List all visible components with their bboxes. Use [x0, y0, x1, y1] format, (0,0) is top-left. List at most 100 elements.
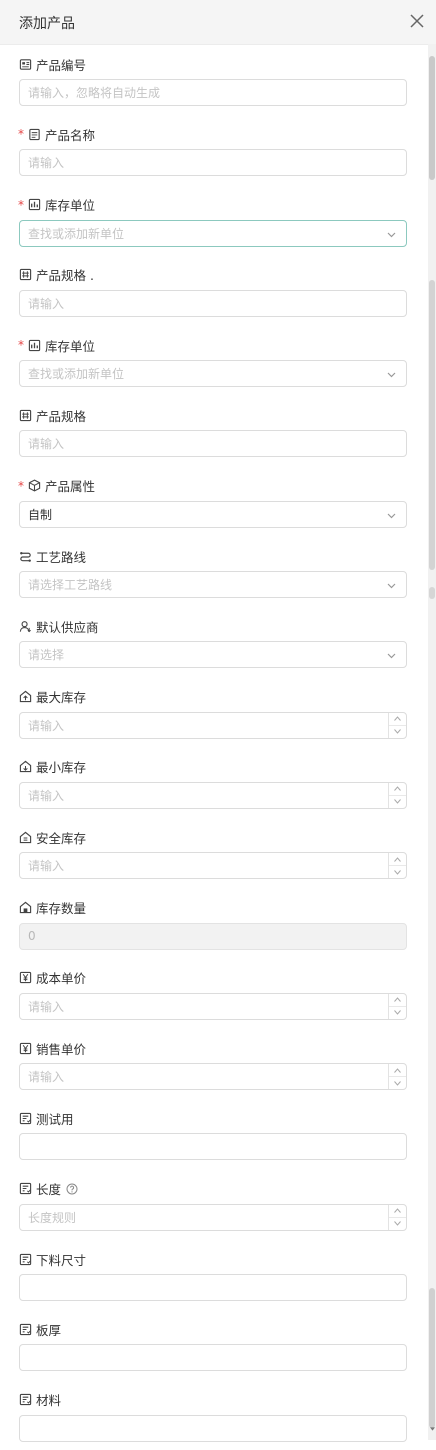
cube-icon: [28, 479, 41, 492]
field-label-text: 最大库存: [36, 690, 87, 706]
field-value: 自制: [28, 507, 53, 522]
select-dropdown[interactable]: 自制: [19, 500, 407, 528]
warehouse-down-icon: [19, 760, 32, 773]
number-stepper[interactable]: [388, 853, 406, 879]
text-input[interactable]: [19, 1274, 407, 1302]
select-dropdown[interactable]: 请选择: [19, 641, 407, 669]
decrement-icon[interactable]: [389, 1216, 406, 1230]
product-form: 产品编号 请输入，忽略将自动生成 * 产品名称 请输入 * 库存单位 查找或添加新单位 产品规格…: [18, 44, 407, 1450]
route-icon: [19, 550, 32, 563]
field-label: 长度: [19, 1180, 78, 1198]
text-input[interactable]: 请输入: [19, 430, 407, 458]
field-label-text: 产品名称: [45, 127, 96, 143]
scrollbar-thumb[interactable]: [429, 280, 435, 570]
user-icon: [19, 620, 32, 633]
field-label-text: 产品编号: [36, 57, 87, 73]
text-input[interactable]: 请输入: [19, 289, 407, 317]
decrement-icon[interactable]: [389, 724, 406, 738]
field-label: 板厚: [19, 1320, 61, 1338]
field-label-text: 产品属性: [45, 479, 96, 495]
chevron-down-icon[interactable]: [386, 650, 397, 661]
field-label-text: 产品规格 .: [36, 268, 94, 284]
field-label-text: 产品规格: [36, 408, 87, 424]
decrement-icon[interactable]: [389, 1005, 406, 1019]
field-label-text: 销售单价: [36, 1041, 87, 1057]
form-icon: [19, 1323, 32, 1336]
select-dropdown[interactable]: 查找或添加新单位: [19, 360, 407, 388]
select-dropdown[interactable]: 查找或添加新单位: [19, 219, 407, 247]
increment-icon[interactable]: [389, 853, 406, 865]
scrollbar-thumb[interactable]: [429, 56, 435, 180]
field-placeholder: 请选择: [28, 648, 65, 663]
grid-icon: [19, 268, 32, 281]
form-icon: [19, 1253, 32, 1266]
number-input[interactable]: 请输入: [19, 1063, 407, 1091]
increment-icon[interactable]: [389, 1064, 406, 1076]
warehouse-shield-icon: [19, 831, 32, 844]
field-label: 最小库存: [19, 758, 86, 776]
number-stepper[interactable]: [388, 1064, 406, 1090]
number-input[interactable]: 请输入: [19, 711, 407, 739]
chevron-down-icon[interactable]: [386, 369, 397, 380]
form-field: 板厚: [19, 1309, 407, 1379]
field-label: 最大库存: [19, 688, 86, 706]
decrement-icon[interactable]: [389, 865, 406, 878]
number-stepper[interactable]: [388, 993, 406, 1019]
text-input[interactable]: [19, 1344, 407, 1372]
number-stepper[interactable]: [388, 782, 406, 808]
yen-icon: [19, 971, 32, 984]
number-stepper[interactable]: [388, 712, 406, 738]
chevron-down-icon[interactable]: [386, 510, 397, 521]
form-field: * 库存单位 查找或添加新单位: [18, 185, 407, 255]
field-placeholder: 请输入: [28, 788, 65, 803]
field-label-text: 库存数量: [36, 901, 87, 917]
field-label: 库存数量: [19, 899, 86, 917]
number-input[interactable]: 请输入: [19, 852, 407, 880]
scrollbar-thumb[interactable]: [429, 587, 435, 599]
form-field: 长度 长度规则: [19, 1169, 407, 1239]
field-label-text: 测试用: [36, 1111, 74, 1127]
field-label: 材料: [19, 1391, 61, 1409]
form-field: * 产品名称 请输入: [18, 114, 407, 184]
chevron-down-icon[interactable]: [386, 229, 397, 240]
form-field: 产品规格请输入: [19, 395, 407, 465]
scrollbar[interactable]: [428, 44, 436, 1440]
required-asterisk: *: [18, 478, 24, 493]
bar-chart-icon: [28, 339, 41, 352]
field-label: 测试用: [19, 1109, 74, 1127]
scroll-down-icon[interactable]: [430, 1426, 435, 1432]
form-field: 默认供应商 请选择: [19, 606, 407, 676]
warehouse-up-icon: [19, 690, 32, 703]
field-placeholder: 请输入: [28, 718, 65, 733]
required-asterisk: *: [18, 197, 24, 212]
field-label: 产品编号: [19, 55, 86, 73]
increment-icon[interactable]: [389, 994, 406, 1006]
select-dropdown[interactable]: 请选择工艺路线: [19, 571, 407, 599]
field-placeholder: 请选择工艺路线: [28, 578, 113, 593]
close-icon[interactable]: [408, 12, 426, 30]
number-stepper[interactable]: [388, 1204, 406, 1230]
scrollbar-thumb[interactable]: [429, 1288, 435, 1428]
question-circle-icon[interactable]: [66, 1183, 78, 1195]
chevron-down-icon[interactable]: [386, 580, 397, 591]
increment-icon[interactable]: [389, 713, 406, 725]
required-asterisk: *: [18, 338, 24, 353]
form-field: 销售单价请输入: [19, 1028, 407, 1098]
number-input[interactable]: 请输入: [19, 992, 407, 1020]
dialog-header: 添加产品: [0, 0, 436, 45]
text-input[interactable]: 请输入，忽略将自动生成: [19, 79, 407, 106]
increment-icon[interactable]: [389, 783, 406, 795]
number-input[interactable]: 请输入: [19, 781, 407, 809]
field-label: 成本单价: [19, 969, 86, 987]
field-label-text: 板厚: [36, 1322, 62, 1338]
form-field: 产品规格 . 请输入: [19, 255, 407, 325]
text-input[interactable]: [19, 1133, 407, 1161]
text-input[interactable]: 请输入: [19, 149, 407, 177]
increment-icon[interactable]: [389, 1205, 406, 1217]
decrement-icon[interactable]: [389, 1076, 406, 1089]
decrement-icon[interactable]: [389, 794, 406, 808]
field-label: 下料尺寸: [19, 1250, 86, 1268]
form-field: 最大库存请输入: [19, 677, 407, 747]
text-input[interactable]: [19, 1414, 407, 1442]
number-input[interactable]: 长度规则: [19, 1203, 407, 1231]
